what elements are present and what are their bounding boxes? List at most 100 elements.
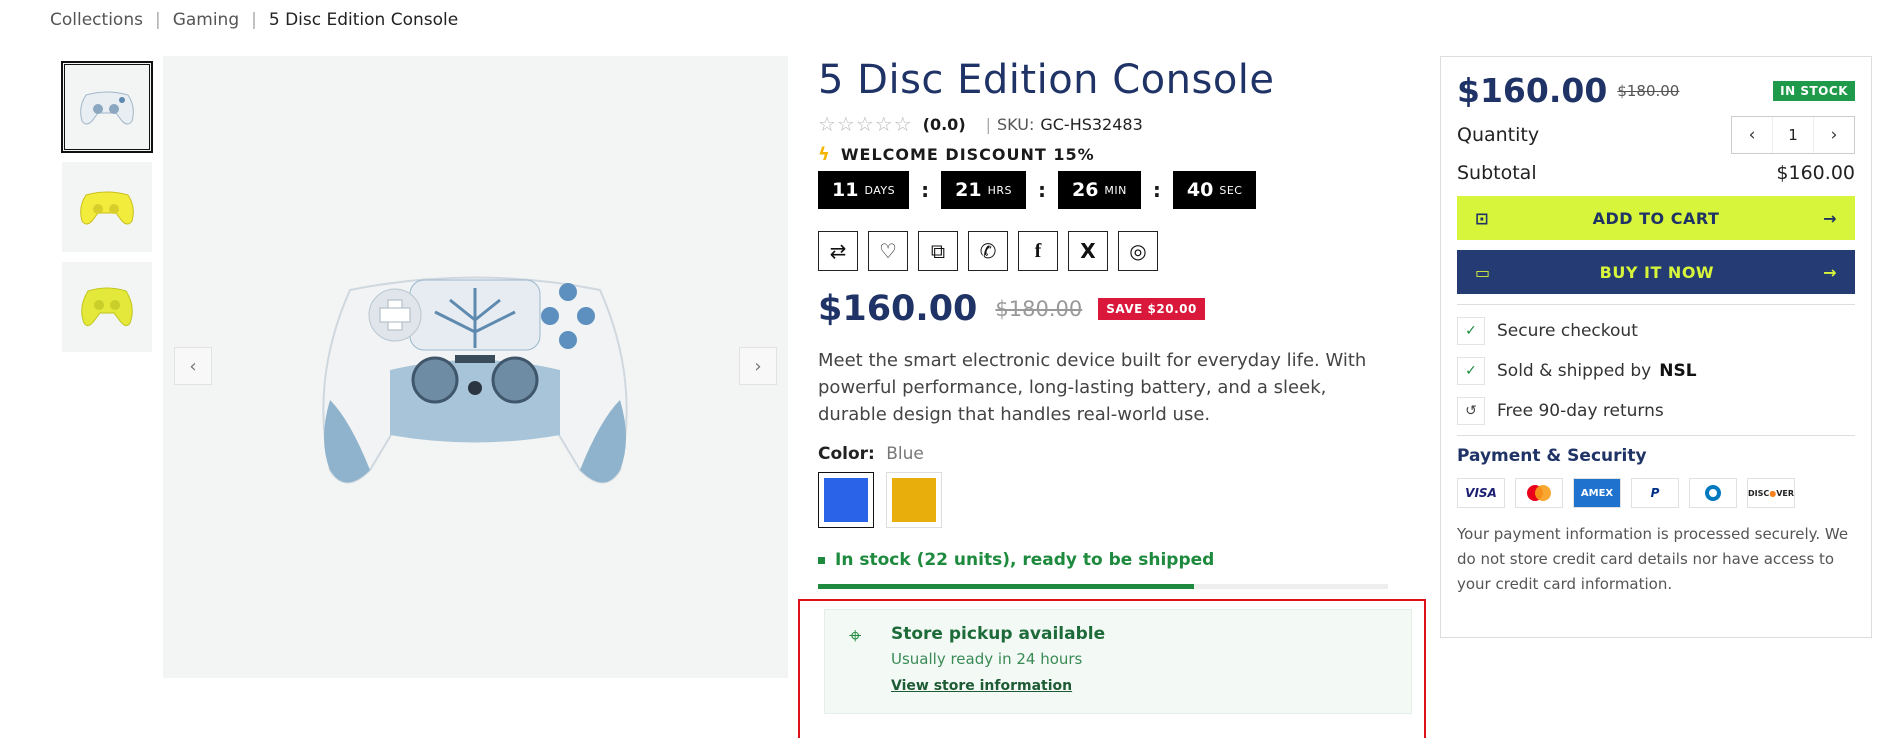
location-pin-icon: ⌖ (849, 624, 862, 649)
quantity-stepper: ‹ 1 › (1731, 116, 1855, 154)
compare-icon[interactable]: ⇄ (818, 231, 858, 271)
save-badge: SAVE $20.00 (1098, 298, 1205, 320)
star-rating-icon[interactable]: ☆☆☆☆☆ (818, 112, 913, 136)
feature-sold-by: ✓ Sold & shipped by NSL (1457, 357, 1855, 385)
thumbnail-3[interactable] (62, 262, 152, 352)
sku-value: GC-HS32483 (1040, 114, 1143, 134)
shield-check-icon: ✓ (1457, 317, 1485, 345)
buy-box-price-row: $160.00 $180.00 IN STOCK (1457, 71, 1855, 110)
feature-returns: ↺ Free 90-day returns (1457, 397, 1855, 425)
controller-image (322, 276, 628, 484)
arrow-right-icon: → (1823, 262, 1837, 282)
lightning-icon: ϟ (818, 144, 831, 165)
subtotal-label: Subtotal (1457, 162, 1537, 184)
heart-icon[interactable]: ♡ (868, 231, 908, 271)
compare-at-price: $180.00 (995, 297, 1083, 321)
view-store-link[interactable]: View store information (891, 678, 1072, 694)
swatch-blue[interactable] (818, 472, 874, 528)
decrease-quantity-icon[interactable]: ‹ (1732, 125, 1772, 145)
share-actions: ⇄ ♡ ⧉ ✆ f X ◎ (818, 231, 1388, 271)
buy-now-button[interactable]: ▭ BUY IT NOW → (1457, 250, 1855, 294)
color-swatches (818, 472, 1388, 528)
countdown-seconds: 40 SEC (1172, 171, 1257, 209)
stock-text: In stock (22 units), ready to be shipped (835, 550, 1215, 570)
subtotal-row: Subtotal $160.00 (1457, 162, 1855, 184)
breadcrumb-collections[interactable]: Collections (50, 10, 143, 30)
pickup-title: Store pickup available (891, 624, 1106, 644)
stock-status: In stock (22 units), ready to be shipped (818, 550, 1388, 570)
amex-icon: AMEX (1573, 478, 1621, 508)
facebook-icon[interactable]: f (1018, 231, 1058, 271)
payment-methods: VISA AMEX P DISC ● VER (1457, 478, 1855, 508)
diners-icon (1689, 478, 1737, 508)
discount-banner: ϟ WELCOME DISCOUNT 15% (818, 144, 1388, 165)
check-circle-icon: ✓ (1457, 357, 1485, 385)
quantity-input[interactable]: 1 (1772, 117, 1814, 153)
quantity-label: Quantity (1457, 124, 1540, 146)
feature-secure-checkout: ✓ Secure checkout (1457, 317, 1855, 345)
controller-thumbnail-image (80, 91, 134, 125)
subtotal-value: $160.00 (1776, 162, 1855, 184)
buy-box-price: $160.00 (1457, 71, 1608, 110)
visa-icon: VISA (1457, 478, 1505, 508)
seller-name[interactable]: NSL (1659, 361, 1696, 381)
color-value: Blue (886, 444, 924, 464)
rating-value: (0.0) (922, 114, 966, 134)
chevron-right-icon[interactable]: › (739, 347, 777, 385)
payment-security-text: Your payment information is processed se… (1457, 525, 1849, 593)
feature-text: Secure checkout (1497, 321, 1638, 341)
price-row: $160.00 $180.00 SAVE $20.00 (818, 289, 1388, 329)
breadcrumb-separator: | (251, 10, 257, 30)
color-selector: Color: Blue (818, 444, 1388, 528)
product-description: Meet the smart electronic device built f… (818, 350, 1367, 425)
in-stock-badge: IN STOCK (1773, 80, 1855, 101)
thumbnail-1[interactable] (61, 61, 153, 153)
countdown-days: 11 DAYS (818, 171, 910, 209)
breadcrumb-current: 5 Disc Edition Console (268, 10, 459, 30)
feature-text: Free 90-day returns (1497, 401, 1664, 421)
buy-box: $160.00 $180.00 IN STOCK Quantity ‹ 1 › … (1440, 56, 1872, 638)
breadcrumb-gaming[interactable]: Gaming (173, 10, 239, 30)
store-pickup-box: ⌖ Store pickup available Usually ready i… (824, 609, 1412, 714)
product-info: 5 Disc Edition Console ☆☆☆☆☆ (0.0) | SKU… (818, 56, 1388, 589)
controller-thumbnail-image (80, 191, 134, 225)
main-product-image: ‹ › (163, 56, 788, 678)
sku-label: SKU: (997, 114, 1035, 134)
swatch-yellow[interactable] (886, 472, 942, 528)
discount-label: WELCOME DISCOUNT 15% (840, 145, 1095, 164)
copy-icon[interactable]: ⧉ (918, 231, 958, 271)
credit-card-icon: ▭ (1475, 262, 1491, 282)
buy-now-label: BUY IT NOW (1599, 262, 1715, 282)
whatsapp-icon[interactable]: ✆ (968, 231, 1008, 271)
divider (1457, 304, 1855, 305)
mastercard-icon (1515, 478, 1563, 508)
color-label: Color: (818, 444, 875, 464)
controller-thumbnail-image (81, 287, 133, 327)
breadcrumb-separator: | (154, 10, 161, 30)
stock-dot-icon (818, 556, 825, 564)
countdown-minutes: 26 MIN (1057, 171, 1141, 209)
return-arrow-icon: ↺ (1457, 397, 1485, 425)
feature-text: Sold & shipped by (1497, 361, 1652, 381)
pickup-subtitle: Usually ready in 24 hours (891, 650, 1083, 668)
paypal-icon: P (1631, 478, 1679, 508)
instagram-icon[interactable]: ◎ (1118, 231, 1158, 271)
bag-icon: ⊡ (1475, 208, 1489, 228)
quantity-row: Quantity ‹ 1 › (1457, 116, 1855, 154)
discover-icon: DISC ● VER (1747, 478, 1795, 508)
payment-title: Payment & Security (1457, 446, 1647, 466)
x-icon[interactable]: X (1068, 231, 1108, 271)
arrow-right-icon: → (1823, 208, 1837, 228)
sku-separator: | (985, 114, 992, 134)
breadcrumb: Collections | Gaming | 5 Disc Edition Co… (50, 10, 458, 30)
product-title: 5 Disc Edition Console (818, 57, 1275, 103)
add-to-cart-button[interactable]: ⊡ ADD TO CART → (1457, 196, 1855, 240)
product-price: $160.00 (818, 289, 978, 329)
countdown-timer: 11 DAYS : 21 HRS : 26 MIN : 40 SEC (818, 171, 1388, 209)
thumbnail-2[interactable] (62, 162, 152, 252)
rating-sku-row: ☆☆☆☆☆ (0.0) | SKU: GC-HS32483 (818, 112, 1388, 136)
increase-quantity-icon[interactable]: › (1814, 125, 1854, 145)
stock-progress-fill (818, 584, 1195, 589)
chevron-left-icon[interactable]: ‹ (174, 347, 212, 385)
divider (1457, 435, 1855, 436)
